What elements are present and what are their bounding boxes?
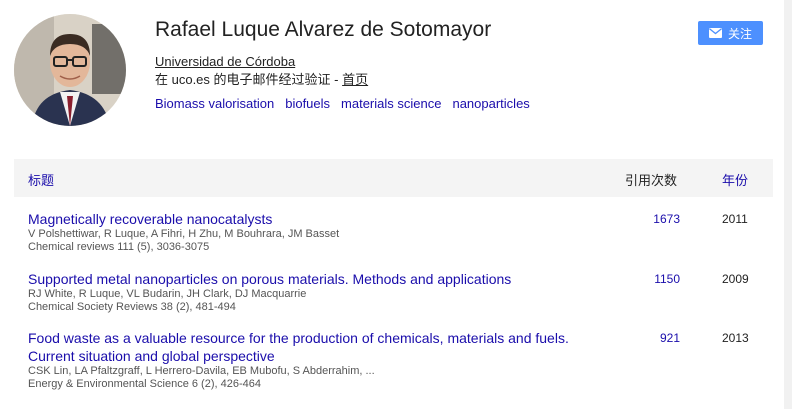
mail-icon	[708, 28, 722, 38]
profile-info: Rafael Luque Alvarez de Sotomayor Univer…	[155, 16, 541, 113]
profile-header: Rafael Luque Alvarez de Sotomayor Univer…	[14, 14, 774, 134]
follow-button[interactable]: 关注	[698, 21, 763, 45]
table-header: 标题 引用次数 年份	[14, 159, 773, 197]
articles-table: 标题 引用次数 年份 Magnetically recoverable nano…	[14, 159, 773, 390]
interest-biofuels[interactable]: biofuels	[285, 96, 330, 111]
column-cited-by-header[interactable]: 引用次数	[625, 170, 677, 189]
affiliation-link[interactable]: Universidad de Córdoba	[155, 54, 295, 69]
verified-email: 在 uco.es 的电子邮件经过验证 - 首页	[155, 71, 541, 89]
homepage-link[interactable]: 首页	[342, 72, 368, 87]
article-title[interactable]: Magnetically recoverable nanocatalysts	[28, 210, 588, 228]
column-year-header[interactable]: 年份	[722, 170, 748, 189]
article-venue: Chemical reviews 111 (5), 3036-3075	[28, 241, 210, 253]
interest-materials-science[interactable]: materials science	[341, 96, 441, 111]
research-interests: Biomass valorisation biofuels materials sc…	[155, 95, 541, 113]
article-year: 2013	[722, 331, 749, 345]
article-authors: RJ White, R Luque, VL Budarin, JH Clark,…	[28, 288, 307, 300]
vertical-scrollbar[interactable]	[784, 0, 792, 409]
cited-by-count[interactable]: 921	[644, 331, 680, 345]
interest-biomass-valorisation[interactable]: Biomass valorisation	[155, 96, 274, 111]
follow-label: 关注	[727, 26, 752, 41]
article-venue: Chemical Society Reviews 38 (2), 481-494	[28, 301, 236, 313]
affiliation: Universidad de Córdoba	[155, 54, 541, 70]
cited-by-count[interactable]: 1673	[644, 212, 680, 226]
article-year: 2011	[722, 212, 748, 226]
verified-email-text: 在 uco.es 的电子邮件经过验证 -	[155, 72, 343, 87]
profile-name: Rafael Luque Alvarez de Sotomayor	[155, 18, 492, 41]
column-title-header[interactable]: 标题	[28, 170, 54, 189]
article-title[interactable]: Food waste as a valuable resource for th…	[28, 329, 588, 365]
article-venue: Energy & Environmental Science 6 (2), 42…	[28, 378, 261, 390]
cited-by-count[interactable]: 1150	[644, 272, 680, 286]
article-authors: V Polshettiwar, R Luque, A Fihri, H Zhu,…	[28, 228, 340, 240]
article-authors: CSK Lin, LA Pfaltzgraff, L Herrero-Davil…	[28, 365, 375, 377]
article-title[interactable]: Supported metal nanoparticles on porous …	[28, 270, 588, 288]
article-year: 2009	[722, 272, 749, 286]
profile-avatar	[14, 14, 126, 126]
interest-nanoparticles[interactable]: nanoparticles	[452, 96, 529, 111]
